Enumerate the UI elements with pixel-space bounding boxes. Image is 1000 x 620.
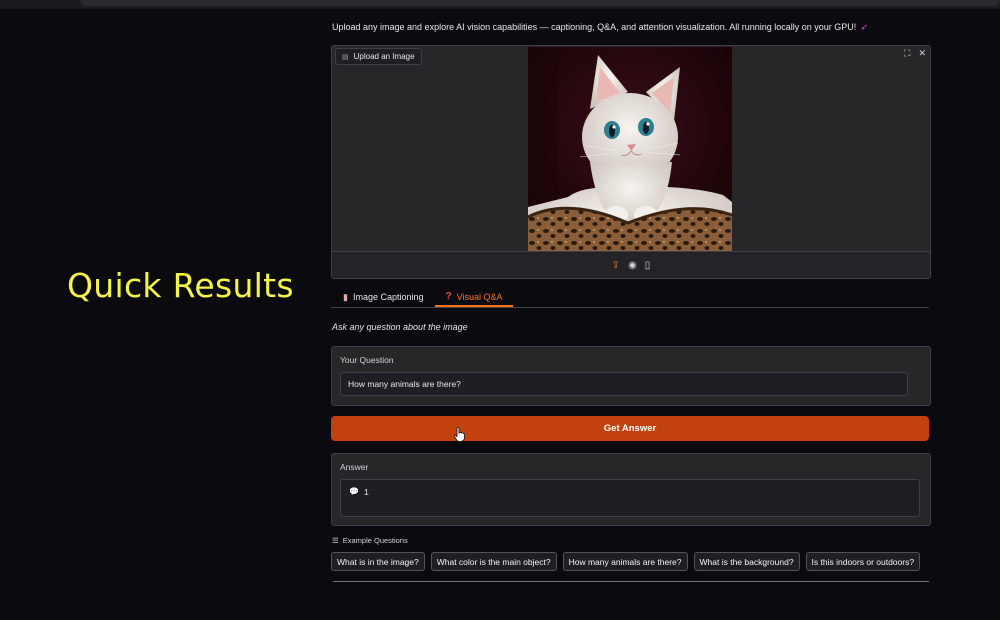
tab-image-captioning[interactable]: ▮ Image Captioning [343,288,424,306]
image-label-text: Upload an Image [353,52,415,61]
section-divider [333,581,929,582]
speech-bubble-icon: 💬 [349,487,359,496]
app-description: Upload any image and explore AI vision c… [332,22,868,33]
kitten-image [528,47,732,251]
hand-cursor-icon [454,427,465,442]
tab-label: Visual Q&A [456,291,503,302]
image-source-toolbar: ⇪ ◉ ▯ [332,251,930,278]
examples-label: Example Questions [342,536,408,545]
answer-output: 💬 1 [340,479,920,517]
rocket-icon: ➶ [860,22,868,32]
document-icon: ▮ [343,291,348,302]
tab-label: Image Captioning [352,292,424,302]
question-block: Your Question [331,346,931,406]
answer-block: Answer 💬 1 [331,453,931,526]
get-answer-button[interactable]: Get Answer [331,416,929,441]
upload-icon[interactable]: ⇪ [612,260,620,271]
answer-value: 1 [363,487,369,497]
address-bar [80,0,1000,6]
example-question-button[interactable]: How many animals are there? [562,552,688,571]
image-controls: ⛶ ✕ [904,48,926,59]
example-question-button[interactable]: What color is the main object? [430,552,557,571]
question-input[interactable] [340,372,908,396]
fullscreen-icon[interactable]: ⛶ [904,48,910,59]
overlay-title: Quick Results [67,266,294,305]
example-question-button[interactable]: What is the background? [693,552,800,571]
qa-hint: Ask any question about the image [332,322,468,332]
examples-header: ☰ Example Questions [332,536,408,545]
tab-visual-qa[interactable]: ? Visual Q&A [435,288,513,307]
close-icon[interactable]: ✕ [918,48,926,59]
uploaded-image [528,47,732,251]
question-label: Your Question [340,355,394,365]
example-question-button[interactable]: Is this indoors or outdoors? [805,552,921,571]
webcam-icon[interactable]: ◉ [628,260,637,271]
feature-tabs: ▮ Image Captioning ? Visual Q&A [331,288,929,308]
clipboard-icon[interactable]: ▯ [645,260,651,271]
browser-top-bar [0,0,1000,9]
image-block-label: ▤ Upload an Image [335,48,422,65]
image-upload-panel[interactable]: ▤ Upload an Image ⛶ ✕ ⇪ ◉ ▯ [331,45,931,279]
answer-label: Answer [340,462,369,472]
example-questions: What is in the image? What color is the … [331,552,921,571]
example-question-button[interactable]: What is in the image? [331,552,425,571]
list-icon: ☰ [332,536,339,545]
image-icon: ▤ [342,53,349,61]
question-mark-icon: ? [445,291,452,302]
description-text: Upload any image and explore AI vision c… [332,22,857,32]
